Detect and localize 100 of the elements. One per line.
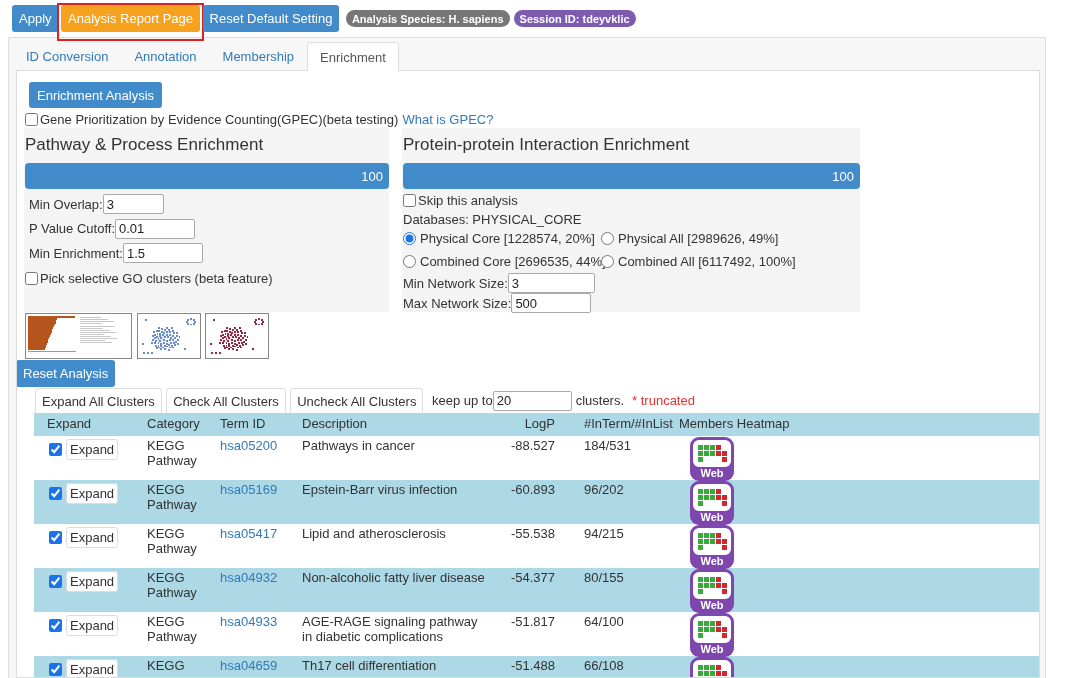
checkbox-label: Skip this analysis <box>418 193 518 208</box>
term-id-link[interactable]: hsa04933 <box>220 614 278 629</box>
category-cell-text: KEGG Pathway <box>147 526 198 556</box>
count-cell: 94/215 <box>584 526 624 541</box>
keep-count-field[interactable]: 20 <box>492 390 572 411</box>
expand-button[interactable]: Expand <box>66 439 119 460</box>
input-field[interactable]: 500 <box>511 293 592 313</box>
row-checkbox[interactable] <box>49 663 62 676</box>
enrichment-analysis-button[interactable]: Enrichment Analysis <box>29 82 163 108</box>
truncated-note: * truncated <box>632 393 695 408</box>
heatmap-icon <box>693 484 731 511</box>
heatmap-icon <box>693 572 731 599</box>
databases-label: Databases: PHYSICAL_CORE <box>403 212 582 227</box>
go-clusters-checkbox[interactable] <box>25 272 38 285</box>
radio-label: Physical Core [1228574, 20%] <box>420 230 595 246</box>
expand-all-button[interactable]: Expand All Clusters <box>35 388 162 413</box>
term-id-link[interactable]: hsa05417 <box>220 526 278 541</box>
tab[interactable]: Enrichment <box>307 42 399 71</box>
tab[interactable]: Annotation <box>121 42 210 70</box>
logp-cell: -54.377 <box>510 570 555 585</box>
category-cell-text: KEGG Pathway <box>147 614 198 644</box>
term-id-link[interactable]: hsa05200 <box>220 438 278 453</box>
expand-button[interactable]: Expand <box>66 659 119 677</box>
row-checkbox[interactable] <box>49 531 62 544</box>
count-cell: 64/100 <box>584 614 624 629</box>
radio-label: Combined All [6117492, 100%] <box>618 253 796 269</box>
radio-label: Physical All [2989626, 49%] <box>618 230 779 246</box>
input-field[interactable]: 0.01 <box>115 218 195 239</box>
heatmap-icon <box>693 440 731 467</box>
heatmap-web-button[interactable]: Web <box>690 525 734 569</box>
bar-chart-thumbnail[interactable] <box>25 313 132 359</box>
network-thumbnail[interactable] <box>136 313 201 359</box>
heatmap-icon <box>693 616 731 643</box>
tab[interactable]: ID Conversion <box>13 42 122 70</box>
row-checkbox[interactable] <box>49 487 62 500</box>
what-is-gpec-link[interactable]: What is GPEC? <box>402 111 494 127</box>
description-cell-text: AGE-RAGE signaling pathway in diabetic complications <box>302 614 479 644</box>
description-cell: Th17 cell differentiation <box>302 658 437 673</box>
panel-title: Protein-protein Interaction Enrichment <box>402 134 691 156</box>
category-cell-text: KEGG Pathway <box>147 438 198 468</box>
column-header: Category <box>147 415 200 432</box>
input-field[interactable]: 1.5 <box>122 243 203 263</box>
reset-settings-button[interactable]: Reset Default Setting <box>202 5 340 32</box>
database-radio[interactable] <box>601 231 614 245</box>
progress-reading: 100 <box>361 168 384 184</box>
field-label: P Value Cutoff: <box>29 221 115 236</box>
field-label: Min Overlap: <box>29 196 103 212</box>
count-cell: 96/202 <box>584 482 624 497</box>
gpec-checkbox[interactable] <box>25 112 38 126</box>
description-cell: Pathways in cancer <box>302 438 415 453</box>
check-all-button[interactable]: Check All Clusters <box>166 388 286 413</box>
info-badge: Analysis Species: H. sapiens <box>345 10 510 27</box>
logp-cell: -60.893 <box>510 482 555 497</box>
expand-button[interactable]: Expand <box>66 527 119 548</box>
uncheck-all-button[interactable]: Uncheck All Clusters <box>290 388 424 413</box>
column-header: Members Heatmap <box>679 415 790 432</box>
database-radio[interactable] <box>403 231 416 245</box>
input-field[interactable]: 3 <box>507 273 595 293</box>
column-header: Description <box>302 415 368 432</box>
network-thumbnail[interactable] <box>205 313 269 359</box>
expand-button[interactable]: Expand <box>66 483 119 504</box>
heatmap-web-button[interactable]: Web <box>690 569 734 613</box>
description-cell: Lipid and atherosclerosis <box>302 526 446 541</box>
row-checkbox[interactable] <box>49 575 62 588</box>
tab[interactable]: Membership <box>209 42 308 70</box>
reset-analysis-button[interactable]: Reset Analysis <box>17 360 116 387</box>
category-cell-text: KEGG Pathway <box>147 482 198 512</box>
row-checkbox[interactable] <box>49 619 62 632</box>
keep-label: keep up to <box>431 393 493 408</box>
description-cell: Non-alcoholic fatty liver disease <box>302 570 485 585</box>
logp-cell: -51.817 <box>510 614 555 629</box>
expand-button[interactable]: Expand <box>66 615 119 636</box>
field-label: Min Enrichment: <box>29 245 123 261</box>
logp-cell: -88.527 <box>510 438 555 453</box>
logp-cell: -51.488 <box>510 658 555 673</box>
apply-button[interactable]: Apply <box>12 5 59 32</box>
heatmap-web-button[interactable]: Web <box>690 437 734 481</box>
description-cell: Epstein-Barr virus infection <box>302 482 458 497</box>
database-radio[interactable] <box>403 254 416 268</box>
skip-analysis-checkbox[interactable] <box>403 194 416 207</box>
row-checkbox[interactable] <box>49 443 62 456</box>
column-header: #InTerm/#InList <box>584 415 673 432</box>
column-header: Term ID <box>220 415 266 432</box>
count-cell: 80/155 <box>584 570 624 585</box>
field-label: Max Network Size: <box>403 295 512 311</box>
column-header: LogP <box>524 415 555 432</box>
heatmap-web-button[interactable]: Web <box>690 613 734 657</box>
keep-suffix: clusters. <box>575 393 625 408</box>
expand-button[interactable]: Expand <box>66 571 119 592</box>
info-badge: Session ID: tdeyvklic <box>513 10 636 27</box>
progress-reading: 100 <box>832 168 855 184</box>
panel-title: Pathway & Process Enrichment <box>24 134 265 156</box>
input-field[interactable]: 3 <box>102 194 164 214</box>
heatmap-web-button[interactable]: Web <box>690 481 734 525</box>
checkbox-label: Pick selective GO clusters (beta feature) <box>40 271 273 286</box>
category-cell-text: KEGG Pathway <box>147 570 198 600</box>
logp-cell: -55.538 <box>510 526 555 541</box>
column-header: Expand <box>47 415 92 432</box>
count-cell: 66/108 <box>584 658 624 673</box>
count-cell: 184/531 <box>584 438 631 453</box>
